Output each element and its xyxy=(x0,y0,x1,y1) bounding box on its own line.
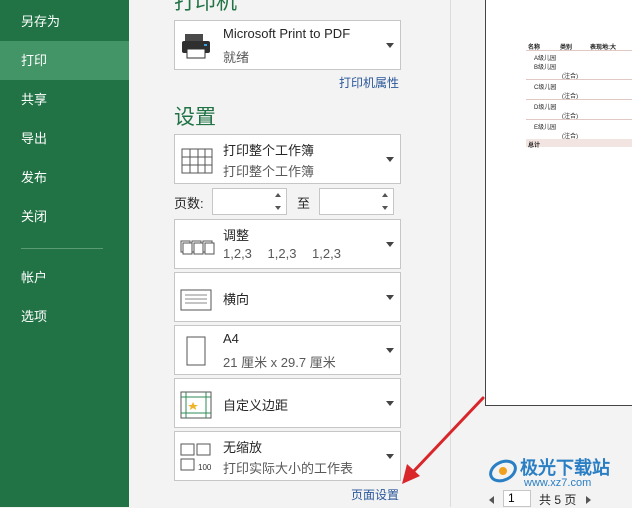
collation-title: 调整 xyxy=(223,228,250,243)
printer-icon xyxy=(182,34,210,59)
preview-row: A级儿园 xyxy=(534,56,557,62)
preview-rule xyxy=(526,79,632,80)
portrait-page-icon xyxy=(186,336,206,366)
pages-to-input[interactable] xyxy=(319,188,394,215)
settings-section-title: 设置 xyxy=(174,106,216,129)
previous-page-icon[interactable] xyxy=(489,496,494,504)
printer-section-title: 打印机 xyxy=(174,0,237,14)
nav-export[interactable]: 导出 xyxy=(0,119,129,158)
print-what-title: 打印整个工作簿 xyxy=(223,143,315,158)
chevron-down-icon xyxy=(386,43,394,48)
landscape-page-icon xyxy=(180,289,212,311)
scaling-title: 无缩放 xyxy=(223,440,263,455)
svg-text:100: 100 xyxy=(198,463,212,472)
current-page-input[interactable]: 1 xyxy=(503,490,531,507)
pages-label: 页数: xyxy=(174,196,204,211)
chevron-down-icon xyxy=(386,157,394,162)
nav-publish[interactable]: 发布 xyxy=(0,158,129,197)
nav-save-as[interactable]: 另存为 xyxy=(0,2,129,41)
site-watermark: 极光下载站 www.xz7.com xyxy=(484,452,632,492)
preview-row: C级儿园 xyxy=(534,85,557,91)
preview-row: E级儿园 xyxy=(534,125,557,131)
preview-rule xyxy=(526,50,632,51)
preview-row: D级儿园 xyxy=(534,105,557,111)
print-what-select[interactable]: 打印整个工作簿 打印整个工作簿 xyxy=(174,134,401,184)
preview-total-band xyxy=(526,139,632,147)
preview-pager: 1 共 5 页 xyxy=(485,490,632,507)
chevron-down-icon xyxy=(386,295,394,300)
workbook-grid-icon xyxy=(181,148,213,174)
total-pages-text: 共 5 页 xyxy=(539,493,577,507)
preview-row: B级儿园 xyxy=(534,65,557,71)
nav-close[interactable]: 关闭 xyxy=(0,197,129,236)
margins-title: 自定义边距 xyxy=(223,398,289,413)
printer-status: 就绪 xyxy=(223,50,250,65)
orientation-title: 横向 xyxy=(223,292,250,307)
printer-select[interactable]: Microsoft Print to PDF 就绪 xyxy=(174,20,401,70)
pages-from-input[interactable] xyxy=(212,188,287,215)
chevron-down-icon xyxy=(386,401,394,406)
spinner-arrows-icon[interactable] xyxy=(381,192,390,211)
scaling-select[interactable]: 100 无缩放 打印实际大小的工作表 xyxy=(174,431,401,481)
backstage-sidebar: 另存为 打印 共享 导出 发布 关闭 帐户 选项 xyxy=(0,0,129,507)
printer-name: Microsoft Print to PDF xyxy=(223,26,351,41)
preview-rule xyxy=(526,99,632,100)
watermark-logo-icon xyxy=(489,459,517,483)
preview-rule xyxy=(526,119,632,120)
paper-size-subtitle: 21 厘米 x 29.7 厘米 xyxy=(223,355,336,370)
panel-divider xyxy=(450,0,451,507)
preview-total: 总计 xyxy=(528,143,541,149)
nav-print[interactable]: 打印 xyxy=(0,41,129,80)
chevron-down-icon xyxy=(386,454,394,459)
collation-subtitle: 1,2,3 1,2,3 1,2,3 xyxy=(223,246,341,261)
chevron-down-icon xyxy=(386,348,394,353)
chevron-down-icon xyxy=(386,242,394,247)
print-preview-page: 名称 类别 表现地:大 A级儿园 B级儿园 (注合) C级儿园 (注合) D级儿… xyxy=(485,0,632,406)
nav-options[interactable]: 选项 xyxy=(0,297,129,336)
paper-size-title: A4 xyxy=(223,331,239,346)
nav-account[interactable]: 帐户 xyxy=(0,258,129,297)
watermark-url: www.xz7.com xyxy=(524,477,592,489)
no-scaling-icon: 100 xyxy=(180,443,212,472)
collation-select[interactable]: 调整 1,2,3 1,2,3 1,2,3 xyxy=(174,219,401,269)
print-settings-panel: 打印机 Microsoft Print to PDF 就绪 打印机属性 设置 打… xyxy=(129,0,450,507)
collate-icon xyxy=(180,240,215,255)
margins-icon xyxy=(180,391,212,419)
nav-share[interactable]: 共享 xyxy=(0,80,129,119)
paper-size-select[interactable]: A4 21 厘米 x 29.7 厘米 xyxy=(174,325,401,375)
pages-to-label: 至 xyxy=(297,196,311,211)
orientation-select[interactable]: 横向 xyxy=(174,272,401,322)
page-setup-link[interactable]: 页面设置 xyxy=(351,486,399,503)
print-what-subtitle: 打印整个工作簿 xyxy=(223,164,315,179)
spinner-arrows-icon[interactable] xyxy=(274,192,283,211)
nav-divider xyxy=(21,248,103,249)
scaling-subtitle: 打印实际大小的工作表 xyxy=(223,461,354,476)
margins-select[interactable]: 自定义边距 xyxy=(174,378,401,428)
printer-properties-link[interactable]: 打印机属性 xyxy=(339,74,399,91)
next-page-icon[interactable] xyxy=(586,496,591,504)
